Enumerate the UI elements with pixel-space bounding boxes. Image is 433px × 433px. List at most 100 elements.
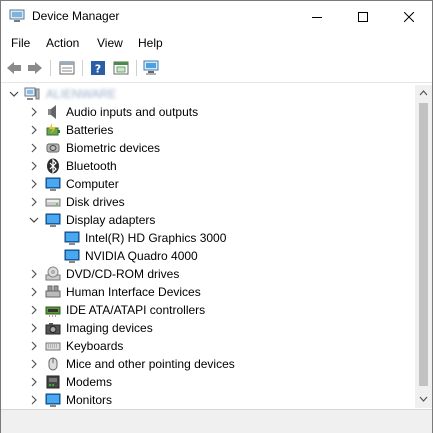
tree-item-imaging-devices[interactable]: Imaging devices xyxy=(4,319,415,337)
scan-hardware-button[interactable] xyxy=(142,58,162,78)
tree-item-ide-controllers[interactable]: IDE ATA/ATAPI controllers xyxy=(4,301,415,319)
tree-item-label: Computer xyxy=(66,177,119,191)
update-driver-button[interactable] xyxy=(111,58,131,78)
tree-item-label: Disk drives xyxy=(66,195,125,209)
expand-chevron-icon[interactable] xyxy=(27,265,41,283)
computer-icon xyxy=(45,177,61,191)
tree-item-keyboards[interactable]: Keyboards xyxy=(4,337,415,355)
tree-item-batteries[interactable]: Batteries xyxy=(4,121,415,139)
tree-item-audio[interactable]: Audio inputs and outputs xyxy=(4,103,415,121)
help-icon: ? xyxy=(91,61,105,76)
expand-chevron-icon[interactable] xyxy=(27,355,41,373)
tree-item-modems[interactable]: Modems xyxy=(4,373,415,391)
tree-item-label: Batteries xyxy=(66,123,114,137)
tree-item-label: Keyboards xyxy=(66,339,124,353)
battery-icon xyxy=(46,123,60,136)
keyboard-icon xyxy=(45,342,61,351)
expand-chevron-icon[interactable] xyxy=(27,319,41,337)
tree-item-disk-drives[interactable]: Disk drives xyxy=(4,193,415,211)
vertical-scrollbar[interactable] xyxy=(415,85,432,408)
menu-file[interactable]: File xyxy=(11,36,30,50)
hid-icon xyxy=(45,285,61,298)
scroll-up-icon[interactable] xyxy=(419,90,428,96)
menu-action[interactable]: Action xyxy=(46,36,79,50)
scroll-down-icon[interactable] xyxy=(419,396,428,402)
minimize-button[interactable] xyxy=(294,1,340,32)
collapse-chevron-icon[interactable] xyxy=(7,85,21,103)
title-bar[interactable]: Device Manager xyxy=(1,1,432,32)
window-title: Device Manager xyxy=(32,9,120,23)
menu-view[interactable]: View xyxy=(97,36,123,50)
toolbar-separator xyxy=(136,60,137,76)
toolbar: ? xyxy=(1,54,432,83)
tree-item-label: Display adapters xyxy=(66,213,156,227)
device-tree[interactable]: ALIENWARE Audio inputs and outputs Batte… xyxy=(4,85,415,408)
scan-hardware-icon xyxy=(143,60,159,75)
tree-item-hid[interactable]: Human Interface Devices xyxy=(4,283,415,301)
tree-item-label: IDE ATA/ATAPI controllers xyxy=(66,303,206,317)
expand-chevron-icon[interactable] xyxy=(27,391,41,408)
tree-item-dvd-drives[interactable]: DVD/CD-ROM drives xyxy=(4,265,415,283)
back-button[interactable] xyxy=(4,58,24,78)
update-driver-icon xyxy=(113,61,129,75)
tree-item-intel-hd-graphics[interactable]: Intel(R) HD Graphics 3000 xyxy=(4,229,415,247)
minimize-icon xyxy=(312,16,322,18)
menu-bar: File Action View Help xyxy=(1,32,432,53)
expand-chevron-icon[interactable] xyxy=(27,283,41,301)
tree-item-label: Imaging devices xyxy=(66,321,153,335)
expand-chevron-icon[interactable] xyxy=(27,193,41,211)
maximize-button[interactable] xyxy=(340,1,386,32)
expand-chevron-icon[interactable] xyxy=(27,139,41,157)
expand-chevron-icon[interactable] xyxy=(27,157,41,175)
svg-text:?: ? xyxy=(95,63,101,76)
status-bar xyxy=(1,409,432,433)
toolbar-separator xyxy=(82,60,83,76)
computer-name: ALIENWARE xyxy=(46,87,117,101)
expand-chevron-icon[interactable] xyxy=(27,373,41,391)
tree-item-monitors[interactable]: Monitors xyxy=(4,391,415,408)
ide-controller-icon xyxy=(45,306,61,317)
menu-help[interactable]: Help xyxy=(138,36,163,50)
monitor-icon xyxy=(64,231,80,245)
tree-item-label: Audio inputs and outputs xyxy=(66,105,199,119)
expand-chevron-icon[interactable] xyxy=(27,301,41,319)
close-icon xyxy=(404,11,414,22)
expand-chevron-icon[interactable] xyxy=(27,103,41,121)
properties-icon xyxy=(59,61,75,75)
monitor-icon xyxy=(45,393,61,407)
tree-item-display-adapters[interactable]: Display adapters xyxy=(4,211,415,229)
expand-chevron-icon[interactable] xyxy=(27,175,41,193)
tree-root[interactable]: ALIENWARE xyxy=(4,85,415,103)
close-button[interactable] xyxy=(386,1,432,32)
biometric-icon xyxy=(46,143,60,153)
tree-item-label: Monitors xyxy=(66,393,113,407)
speaker-icon xyxy=(48,105,56,119)
device-manager-window: Device Manager File Action View Help ? A… xyxy=(0,0,433,433)
camera-icon xyxy=(45,323,61,335)
properties-button[interactable] xyxy=(57,58,77,78)
expand-chevron-icon[interactable] xyxy=(27,337,41,355)
collapse-chevron-icon[interactable] xyxy=(27,211,41,229)
tree-item-label: Biometric devices xyxy=(66,141,161,155)
computer-root-icon xyxy=(24,87,40,100)
tree-item-label: NVIDIA Quadro 4000 xyxy=(85,249,198,263)
bluetooth-icon xyxy=(47,158,59,174)
expand-chevron-icon[interactable] xyxy=(27,121,41,139)
scroll-thumb[interactable] xyxy=(419,103,428,386)
back-arrow-icon xyxy=(7,62,21,74)
forward-button[interactable] xyxy=(25,58,45,78)
tree-item-label: Human Interface Devices xyxy=(66,285,201,299)
mouse-icon xyxy=(48,357,58,371)
tree-item-nvidia-quadro[interactable]: NVIDIA Quadro 4000 xyxy=(4,247,415,265)
modem-icon xyxy=(46,375,60,389)
tree-item-label: DVD/CD-ROM drives xyxy=(66,267,180,281)
toolbar-separator xyxy=(50,60,51,76)
monitor-icon xyxy=(64,249,80,263)
tree-item-bluetooth[interactable]: Bluetooth xyxy=(4,157,415,175)
tree-item-biometric[interactable]: Biometric devices xyxy=(4,139,415,157)
tree-item-computer[interactable]: Computer xyxy=(4,175,415,193)
dvd-icon xyxy=(45,266,61,281)
disk-icon xyxy=(45,198,61,207)
tree-item-mice[interactable]: Mice and other pointing devices xyxy=(4,355,415,373)
help-button[interactable]: ? xyxy=(88,58,108,78)
